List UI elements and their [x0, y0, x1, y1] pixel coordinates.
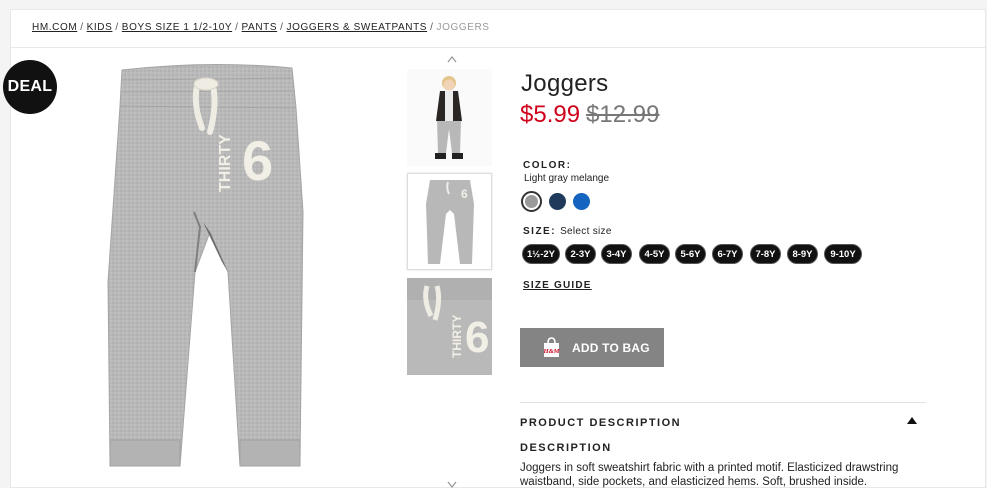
thumbnail-flat[interactable]: 6 — [407, 173, 492, 270]
shopping-bag-icon: H&M — [543, 337, 560, 357]
size-option-6-7y[interactable]: 6-7Y — [712, 244, 743, 264]
size-option-8-9y[interactable]: 8-9Y — [787, 244, 818, 264]
breadcrumb-link-home[interactable]: HM.COM — [32, 22, 77, 33]
main-product-image[interactable]: THIRTY 6 — [100, 62, 315, 482]
swatch-dark-blue[interactable] — [547, 191, 568, 212]
selected-color-name: Light gray melange — [524, 173, 610, 184]
add-to-bag-label: ADD TO BAG — [572, 340, 650, 355]
collapse-arrow-icon — [907, 417, 917, 424]
size-label: SIZE: — [523, 226, 557, 237]
size-option-5-6y[interactable]: 5-6Y — [675, 244, 706, 264]
size-option-1-5-2y[interactable]: 1½-2Y — [522, 244, 560, 264]
print-number-detail: 6 — [465, 313, 489, 362]
size-option-7-8y[interactable]: 7-8Y — [750, 244, 781, 264]
breadcrumb: HM.COM / KIDS / BOYS SIZE 1 1/2-10Y / PANTS / JO… — [32, 22, 490, 33]
breadcrumb-link-pants[interactable]: PANTS — [242, 22, 278, 33]
size-row: SIZE: Select size — [523, 226, 612, 237]
original-price: $12.99 — [586, 101, 660, 128]
description-text: Joggers in soft sweatshirt fabric with a… — [520, 462, 899, 488]
chevron-down-icon[interactable] — [447, 481, 457, 488]
section-divider — [520, 402, 926, 403]
size-option-2-3y[interactable]: 2-3Y — [565, 244, 596, 264]
breadcrumb-current: JOGGERS — [436, 22, 490, 33]
color-label: COLOR: — [523, 160, 572, 171]
print-text: THIRTY — [217, 134, 234, 192]
print-number-small: 6 — [461, 187, 468, 201]
print-text-small: THIRTY — [450, 315, 464, 358]
print-number: 6 — [242, 129, 273, 192]
product-description-toggle[interactable]: PRODUCT DESCRIPTION — [520, 413, 926, 429]
breadcrumb-separator: / — [280, 22, 284, 33]
product-title: Joggers — [521, 70, 609, 97]
description-label: DESCRIPTION — [520, 442, 612, 454]
swatch-light-gray[interactable] — [521, 191, 542, 212]
breadcrumb-link-kids[interactable]: KIDS — [87, 22, 113, 33]
product-description-header: PRODUCT DESCRIPTION — [520, 417, 682, 429]
size-prompt: Select size — [560, 226, 612, 237]
add-to-bag-button[interactable]: H&M ADD TO BAG — [520, 328, 664, 367]
size-option-9-10y[interactable]: 9-10Y — [824, 244, 862, 264]
size-option-3-4y[interactable]: 3-4Y — [601, 244, 632, 264]
breadcrumb-separator: / — [235, 22, 239, 33]
price: $5.99 $12.99 — [520, 101, 659, 129]
bag-logo: H&M — [543, 348, 560, 355]
size-option-4-5y[interactable]: 4-5Y — [639, 244, 670, 264]
swatch-blue[interactable] — [571, 191, 592, 212]
thumbnail-model[interactable] — [407, 69, 492, 166]
chevron-up-icon[interactable] — [447, 55, 457, 63]
deal-badge: DEAL — [3, 60, 57, 114]
header-divider — [11, 47, 985, 48]
thumbnail-detail[interactable]: THIRTY 6 — [407, 278, 492, 375]
size-guide-link[interactable]: SIZE GUIDE — [523, 280, 592, 291]
breadcrumb-separator: / — [115, 22, 119, 33]
breadcrumb-separator: / — [80, 22, 84, 33]
breadcrumb-separator: / — [430, 22, 434, 33]
sale-price: $5.99 — [520, 101, 581, 128]
breadcrumb-link-boys[interactable]: BOYS SIZE 1 1/2-10Y — [122, 22, 232, 33]
breadcrumb-link-joggers-sweatpants[interactable]: JOGGERS & SWEATPANTS — [287, 22, 428, 33]
